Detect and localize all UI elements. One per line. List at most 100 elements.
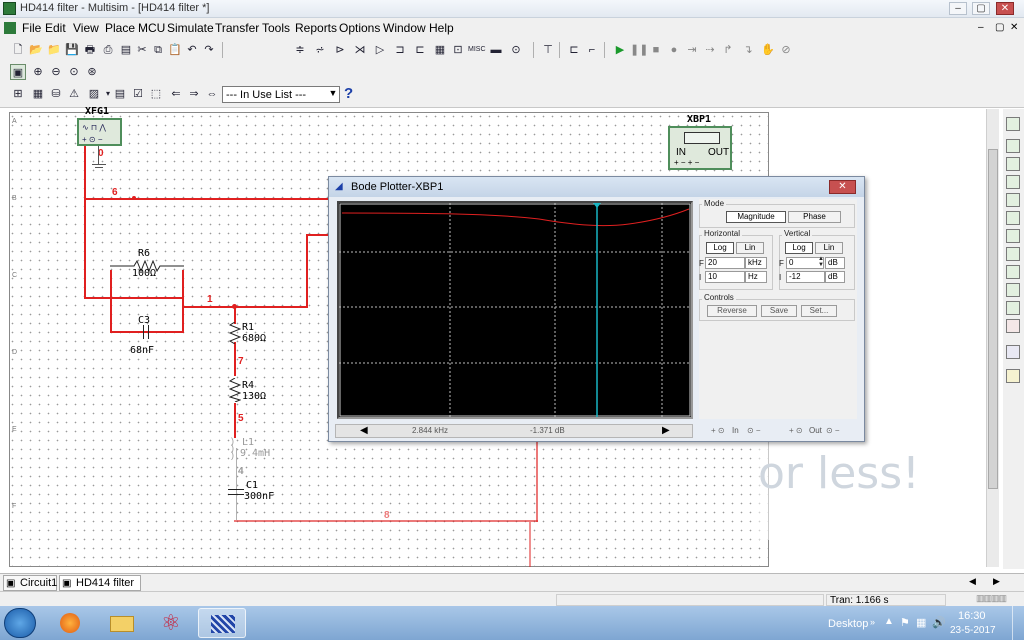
redo-icon[interactable]: ↷ <box>201 42 217 58</box>
paste-icon[interactable]: 📋 <box>167 42 183 58</box>
r1-resistor[interactable] <box>229 322 241 344</box>
breakpoint-icon[interactable]: ● <box>666 42 682 58</box>
undo-icon[interactable]: ↶ <box>184 42 200 58</box>
oscilloscope-icon[interactable] <box>1006 175 1020 189</box>
out-terminal-minus-icon[interactable]: ⊙ − <box>826 426 840 435</box>
clock-time[interactable]: 16:30 <box>958 610 986 622</box>
wire-net7[interactable] <box>234 342 236 376</box>
wire-net1-to-xbp1[interactable] <box>306 234 328 236</box>
save-button[interactable]: Save <box>761 305 797 317</box>
multimeter-icon[interactable] <box>1006 117 1020 131</box>
full-screen-icon[interactable]: ▣ <box>10 64 26 80</box>
open-sample-icon[interactable]: 📁 <box>46 42 62 58</box>
tab-hd414[interactable]: ▣ HD414 filter * <box>59 575 141 603</box>
menu-file[interactable]: File <box>22 21 41 35</box>
show-desktop-button[interactable] <box>1012 606 1024 640</box>
c1-plate[interactable] <box>228 489 244 490</box>
menu-simulate[interactable]: Simulate <box>167 21 214 35</box>
tab-scroll-right-icon[interactable]: ▶ <box>993 576 1000 587</box>
wattmeter-icon[interactable] <box>1006 157 1020 171</box>
spreadsheet-icon[interactable]: ▦ <box>30 86 46 102</box>
horizontal-initial-input[interactable]: 10 <box>705 271 745 283</box>
open-icon[interactable]: 📂 <box>28 42 44 58</box>
desktop-toolbar-label[interactable]: Desktop <box>828 618 868 630</box>
forward-annotate-icon[interactable]: ⇒ <box>186 86 202 102</box>
reverse-button[interactable]: Reverse <box>707 305 757 317</box>
labview-icon[interactable] <box>1006 345 1020 359</box>
magnitude-button[interactable]: Magnitude <box>726 211 786 223</box>
menu-view[interactable]: View <box>73 21 99 35</box>
c1-plate[interactable] <box>228 494 244 495</box>
transfer-icon[interactable]: ⇔ <box>204 86 220 102</box>
volume-icon[interactable]: 🔊 <box>932 616 946 629</box>
function-generator-icon[interactable] <box>1006 139 1020 153</box>
design-toolbox-icon[interactable]: ⊞ <box>10 86 26 102</box>
tab-scroll-left-icon[interactable]: ◀ <box>969 576 976 587</box>
logic-analyzer-icon[interactable] <box>1006 283 1020 297</box>
clock-date[interactable]: 23-5-2017 <box>950 625 996 636</box>
electrical-rules-icon[interactable]: ☑ <box>130 86 146 102</box>
network-icon[interactable]: ▦ <box>916 616 926 629</box>
vertical-scrollbar[interactable] <box>986 109 999 567</box>
place-probe-icon[interactable]: ⊤ <box>540 42 556 58</box>
tab-circuit1[interactable]: ▣ Circuit1 <box>3 575 57 591</box>
copy-icon[interactable]: ⧉ <box>150 42 166 58</box>
print-preview-icon[interactable]: 🖶 <box>82 42 98 58</box>
help-icon[interactable]: ? <box>344 85 353 102</box>
menu-transfer[interactable]: Transfer <box>215 21 259 35</box>
wire-net5[interactable] <box>234 403 236 438</box>
bode-close-button[interactable]: ✕ <box>829 180 856 194</box>
database-icon[interactable]: ⛁ <box>48 86 64 102</box>
iv-analyzer-icon[interactable] <box>1006 301 1020 315</box>
vertical-lin-button[interactable]: Lin <box>815 242 843 254</box>
minimize-button[interactable]: – <box>949 2 967 15</box>
doc-close-button[interactable]: ✕ <box>1010 22 1018 33</box>
save-icon[interactable]: 💾 <box>64 42 80 58</box>
vertical-initial-input[interactable]: -12 <box>786 271 825 283</box>
menu-window[interactable]: Window <box>383 21 426 35</box>
in-use-list-select[interactable]: --- In Use List --- ▼ <box>222 86 340 103</box>
vertical-log-button[interactable]: Log <box>785 242 813 254</box>
step-into-icon[interactable]: ↴ <box>740 42 756 58</box>
atom-app-icon[interactable]: ⚛ <box>148 608 196 638</box>
logic-converter-icon[interactable] <box>1006 265 1020 279</box>
wire-c3-bottom[interactable] <box>110 331 184 333</box>
c3-plate[interactable] <box>143 325 144 339</box>
step-out-icon[interactable]: ↱ <box>720 42 736 58</box>
horizontal-initial-unit[interactable]: Hz <box>745 271 767 283</box>
in-terminal-icon[interactable]: + ⊙ <box>711 426 725 435</box>
r4-resistor[interactable] <box>229 378 241 402</box>
new-icon[interactable]: 🗋 <box>10 42 26 58</box>
place-electromech-icon[interactable]: ⊙ <box>508 42 524 58</box>
scrollbar-thumb[interactable] <box>988 149 998 489</box>
wire-net8-right[interactable] <box>536 442 538 522</box>
zoom-fit-icon[interactable]: ⊛ <box>84 64 100 80</box>
run-icon[interactable]: ▶ <box>612 42 628 58</box>
current-probe-icon[interactable] <box>1006 369 1020 383</box>
c3-plate[interactable] <box>148 325 149 339</box>
hierarchy-icon[interactable]: ⊏ <box>566 42 582 58</box>
step-over-icon[interactable]: ⇢ <box>702 42 718 58</box>
zoom-area-icon[interactable]: ⊙ <box>66 64 82 80</box>
capture-screen-icon[interactable]: ⬚ <box>148 86 164 102</box>
multisim-taskbar-icon[interactable] <box>198 608 246 638</box>
wire-net6-left[interactable] <box>84 146 86 298</box>
spin-arrows-icon[interactable]: ▲ ▼ <box>818 256 824 268</box>
action-center-flag-icon[interactable]: ⚑ <box>900 616 910 629</box>
print-setup-icon[interactable]: ▤ <box>118 42 134 58</box>
print-icon[interactable]: ⎙ <box>100 42 116 58</box>
postprocessor-icon[interactable]: ▤ <box>112 86 128 102</box>
vertical-final-unit[interactable]: dB <box>825 257 845 269</box>
in-terminal-minus-icon[interactable]: ⊙ − <box>747 426 761 435</box>
wire-net6-bottom[interactable] <box>84 297 184 299</box>
place-misc-icon[interactable]: MISC <box>468 42 486 58</box>
wire-r6-c3-right[interactable] <box>182 270 184 332</box>
horizontal-final-unit[interactable]: kHz <box>745 257 767 269</box>
place-basic-icon[interactable]: ⩫ <box>312 42 328 58</box>
place-cmos-icon[interactable]: ⊏ <box>412 42 428 58</box>
menu-edit[interactable]: Edit <box>45 21 66 35</box>
step-icon[interactable]: ⇥ <box>684 42 700 58</box>
zoom-out-icon[interactable]: ⊖ <box>48 64 64 80</box>
hand-icon[interactable]: ✋ <box>760 42 776 58</box>
distortion-analyzer-icon[interactable] <box>1006 319 1020 333</box>
